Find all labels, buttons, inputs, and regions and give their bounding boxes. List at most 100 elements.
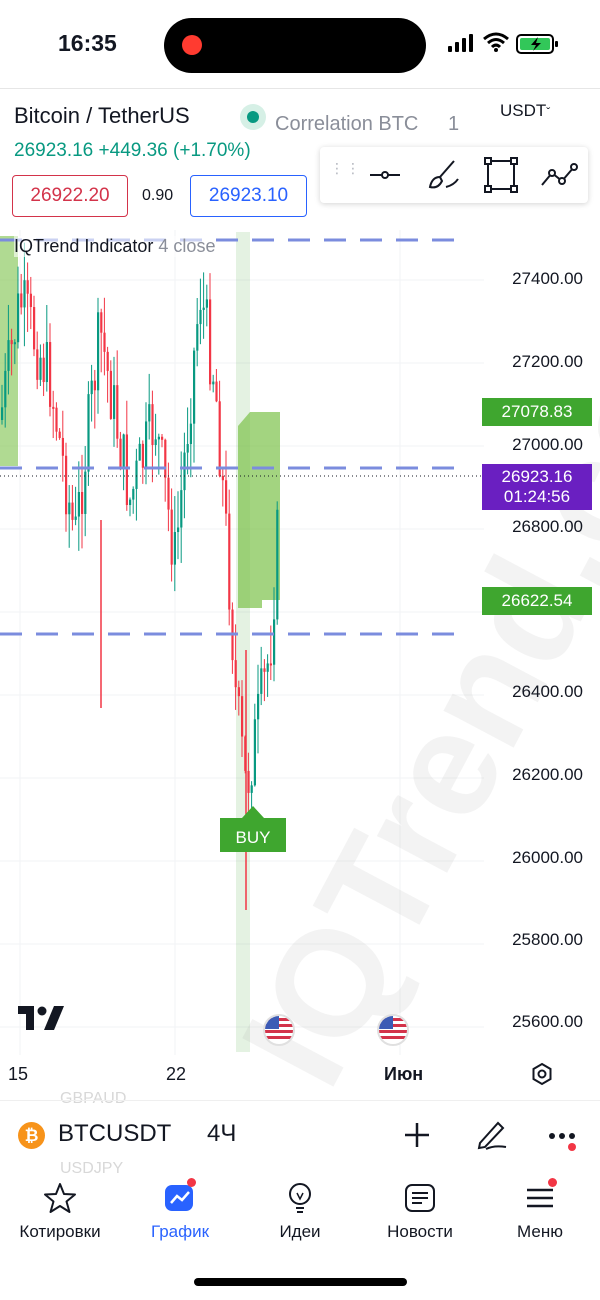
drawing-pen-icon[interactable] <box>474 1117 508 1151</box>
y-axis-label: 26800.00 <box>512 517 583 536</box>
candle-body <box>106 351 109 371</box>
candle-body <box>260 668 263 694</box>
tab-label: Котировки <box>19 1222 101 1241</box>
ghost-symbol: GBPAUD <box>60 1090 127 1107</box>
bitcoin-icon: ₿ <box>18 1122 45 1149</box>
candle-body <box>202 307 205 310</box>
candle-body <box>138 443 141 461</box>
candle-body <box>186 444 189 453</box>
buy-button[interactable]: 26923.10 <box>190 175 307 217</box>
market-open-indicator <box>240 104 266 130</box>
recording-indicator <box>182 35 202 55</box>
candle-body <box>26 280 29 294</box>
candle-body <box>205 299 208 308</box>
brush-icon[interactable] <box>424 157 462 193</box>
battery-icon <box>516 34 558 54</box>
candle-body <box>215 381 218 402</box>
trend-line-icon[interactable] <box>540 157 578 193</box>
candle-body <box>263 668 266 672</box>
cellular-signal-icon <box>448 34 473 52</box>
x-axis-label: 22 <box>166 1064 187 1084</box>
current-price-tag: 26923.16 01:24:56 <box>482 464 592 510</box>
current-price-value: 26923.16 <box>501 467 573 486</box>
candle-body <box>97 312 100 391</box>
tab-ideas[interactable]: Идеи <box>240 1180 360 1242</box>
chart-icon <box>120 1178 240 1216</box>
lightbulb-icon <box>240 1180 360 1216</box>
home-indicator[interactable] <box>194 1278 407 1286</box>
candle-body <box>167 477 170 510</box>
correlation-label: Correlation BTC <box>275 113 419 135</box>
candle-body <box>212 381 215 385</box>
candle-body <box>125 434 128 506</box>
wifi-icon <box>483 32 509 52</box>
star-icon <box>0 1180 120 1216</box>
candle-body <box>157 436 160 440</box>
last-price: 26923.16 <box>14 140 94 161</box>
symbol-title[interactable]: Bitcoin / TetherUS <box>14 103 190 129</box>
sell-button[interactable]: 26922.20 <box>12 175 128 217</box>
horizontal-line-icon[interactable] <box>366 157 404 193</box>
candle-body <box>23 280 26 308</box>
y-axis-label: 25800.00 <box>512 930 583 949</box>
tab-quotes[interactable]: Котировки <box>0 1180 120 1242</box>
candle-body <box>148 404 151 422</box>
candle-body <box>193 350 196 424</box>
candle-body <box>61 437 64 456</box>
candle-body <box>52 406 55 409</box>
candle-body <box>84 471 87 514</box>
chevron-down-icon: ˇ <box>546 105 551 119</box>
interval-selector[interactable]: 4Ч <box>207 1120 236 1148</box>
indicator-params: 4 close <box>158 236 216 256</box>
candle-body <box>189 423 192 445</box>
candle-body <box>17 293 20 343</box>
bar-countdown: 01:24:56 <box>503 487 571 506</box>
symbol-bar-separator <box>0 1100 600 1101</box>
y-axis-label: 26200.00 <box>512 765 583 784</box>
y-axis-label: 27000.00 <box>512 435 583 454</box>
drag-handle-icon[interactable]: ⋮⋮ <box>330 161 362 175</box>
rectangle-icon[interactable] <box>482 157 520 193</box>
candle-body <box>42 357 45 383</box>
candle-body <box>29 293 32 308</box>
indicator-legend[interactable]: IQTrend Indicator 4 close <box>14 236 216 257</box>
candle-body <box>209 299 212 385</box>
candle-body <box>71 502 74 520</box>
tab-label: Идеи <box>279 1222 321 1241</box>
currency-selector[interactable]: USDTˇ <box>500 101 550 121</box>
ghost-symbol: USDJPY <box>60 1160 124 1177</box>
y-axis-label: 26400.00 <box>512 682 583 701</box>
x-axis-label: 15 <box>8 1064 29 1084</box>
candle-body <box>135 460 138 489</box>
candle-body <box>145 421 148 468</box>
candle-body <box>113 385 116 419</box>
candle-body <box>141 443 144 468</box>
us-flag-event-icon[interactable] <box>377 1014 409 1046</box>
candle-body <box>257 693 260 720</box>
tab-chart[interactable]: График <box>120 1178 240 1242</box>
candle-body <box>81 492 84 514</box>
trend-zone-right <box>238 412 280 608</box>
add-plus-icon[interactable] <box>403 1121 431 1149</box>
candle-body <box>196 324 199 351</box>
tab-news[interactable]: Новости <box>360 1180 480 1242</box>
y-axis-label: 26000.00 <box>512 848 583 867</box>
drawing-toolbar: ⋮⋮ <box>320 147 588 203</box>
candle-body <box>180 490 183 528</box>
candle-body <box>269 663 272 666</box>
candle-body <box>74 516 77 520</box>
chart-settings-icon[interactable] <box>530 1062 554 1086</box>
signal-column-highlight <box>236 232 250 1052</box>
us-flag-event-icon[interactable] <box>263 1014 295 1046</box>
candle-body <box>77 492 80 517</box>
candle-body <box>225 480 228 514</box>
tab-menu[interactable]: Меню <box>480 1178 600 1242</box>
more-options-icon[interactable] <box>547 1128 581 1152</box>
candle-body <box>237 687 240 697</box>
candle-body <box>39 357 42 380</box>
correlation-value: 1 <box>448 113 460 135</box>
symbol-selector[interactable]: BTCUSDT <box>58 1120 171 1148</box>
notification-badge <box>548 1178 557 1187</box>
upper-band-tag: 26622.54 <box>482 587 592 615</box>
tab-label: Меню <box>517 1222 563 1241</box>
